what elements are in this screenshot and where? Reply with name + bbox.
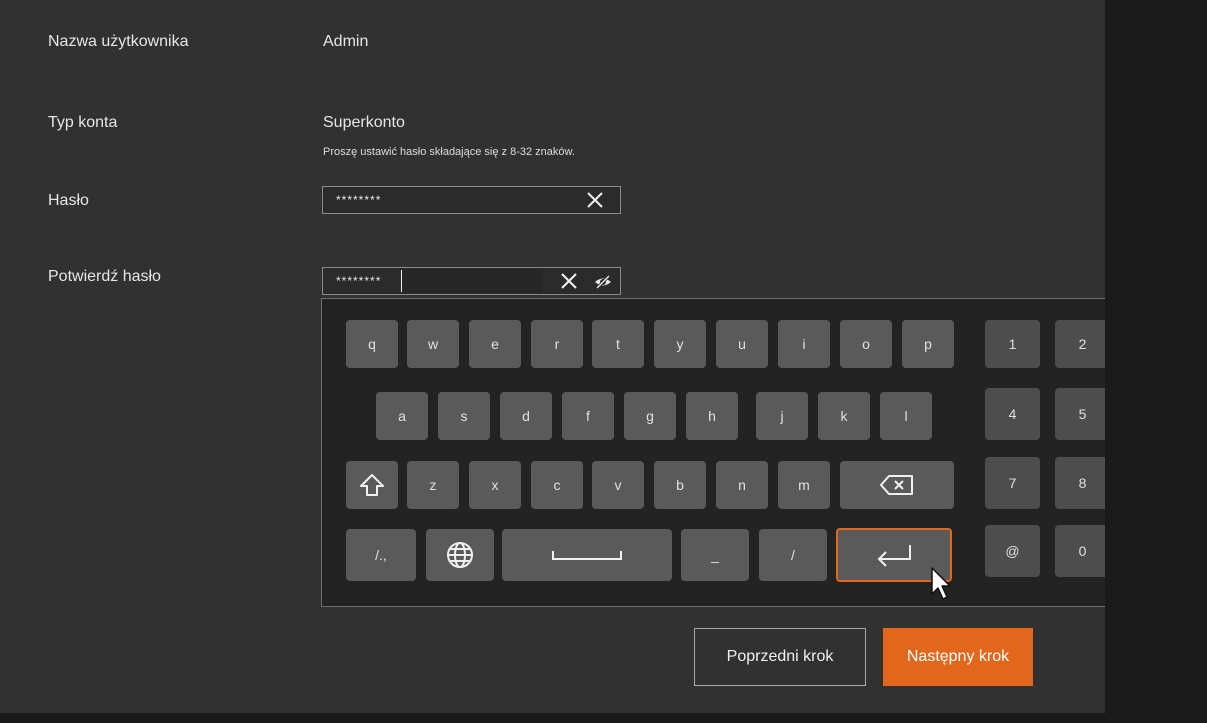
key-p[interactable]: p (902, 320, 954, 368)
confirm-password-mask: ******** (336, 274, 382, 288)
space-icon (551, 548, 623, 562)
slash-key[interactable]: / (759, 529, 827, 581)
account-type-value: Superkonto (323, 114, 405, 131)
key-c[interactable]: c (531, 461, 583, 509)
next-step-button[interactable]: Następny krok (883, 628, 1033, 686)
key-u[interactable]: u (716, 320, 768, 368)
space-key[interactable] (502, 529, 672, 581)
confirm-password-field[interactable]: ******** (322, 267, 621, 295)
text-caret (401, 270, 402, 292)
key-l[interactable]: l (880, 392, 932, 440)
key-z[interactable]: z (407, 461, 459, 509)
key-q[interactable]: q (346, 320, 398, 368)
key-2[interactable]: 2 (1055, 320, 1110, 368)
key-s[interactable]: s (438, 392, 490, 440)
key-k[interactable]: k (818, 392, 870, 440)
backspace-key[interactable] (840, 461, 954, 509)
mouse-pointer-icon (931, 567, 951, 600)
password-clear-icon[interactable] (585, 190, 605, 210)
key-n[interactable]: n (716, 461, 768, 509)
key-5[interactable]: 5 (1055, 388, 1110, 440)
enter-icon (874, 542, 914, 568)
bottom-strip (0, 713, 1105, 723)
key-b[interactable]: b (654, 461, 706, 509)
shift-key[interactable] (346, 461, 398, 509)
key-r[interactable]: r (531, 320, 583, 368)
field-focus-area (402, 269, 542, 293)
key-o[interactable]: o (840, 320, 892, 368)
password-mask: ******** (336, 193, 382, 207)
key-m[interactable]: m (778, 461, 830, 509)
show-password-eye-icon[interactable] (593, 272, 613, 292)
key-x[interactable]: x (469, 461, 521, 509)
confirm-clear-icon[interactable] (559, 271, 579, 291)
account-type-label: Typ konta (48, 114, 118, 131)
username-label: Nazwa użytkownika (48, 33, 189, 50)
shift-icon (359, 473, 385, 497)
key-8[interactable]: 8 (1055, 457, 1110, 509)
key-4[interactable]: 4 (985, 388, 1040, 440)
right-side-strip (1105, 0, 1207, 723)
key-1[interactable]: 1 (985, 320, 1040, 368)
key-0[interactable]: 0 (1055, 525, 1110, 577)
password-label: Hasło (48, 192, 89, 209)
key-g[interactable]: g (624, 392, 676, 440)
key-t[interactable]: t (592, 320, 644, 368)
key-h[interactable]: h (686, 392, 738, 440)
key-y[interactable]: y (654, 320, 706, 368)
password-hint: Proszę ustawić hasło składające się z 8-… (323, 146, 575, 158)
username-value: Admin (323, 33, 369, 50)
key-e[interactable]: e (469, 320, 521, 368)
virtual-keyboard: q w e r t y u i o p a s d f g h j k l z … (321, 298, 1197, 607)
setup-panel: Nazwa użytkownika Admin Typ konta Superk… (0, 0, 1197, 713)
key-d[interactable]: d (500, 392, 552, 440)
globe-icon (445, 540, 475, 570)
key-i[interactable]: i (778, 320, 830, 368)
previous-step-button[interactable]: Poprzedni krok (694, 628, 866, 686)
backspace-icon (879, 474, 915, 496)
key-a[interactable]: a (376, 392, 428, 440)
symbols-key[interactable]: /., (346, 529, 416, 581)
key-at[interactable]: @ (985, 525, 1040, 577)
key-v[interactable]: v (592, 461, 644, 509)
language-key[interactable] (426, 529, 494, 581)
confirm-password-label: Potwierdź hasło (48, 268, 161, 285)
key-w[interactable]: w (407, 320, 459, 368)
key-7[interactable]: 7 (985, 457, 1040, 509)
key-j[interactable]: j (756, 392, 808, 440)
underscore-key[interactable]: _ (681, 529, 749, 581)
key-f[interactable]: f (562, 392, 614, 440)
password-field[interactable]: ******** (322, 186, 621, 214)
